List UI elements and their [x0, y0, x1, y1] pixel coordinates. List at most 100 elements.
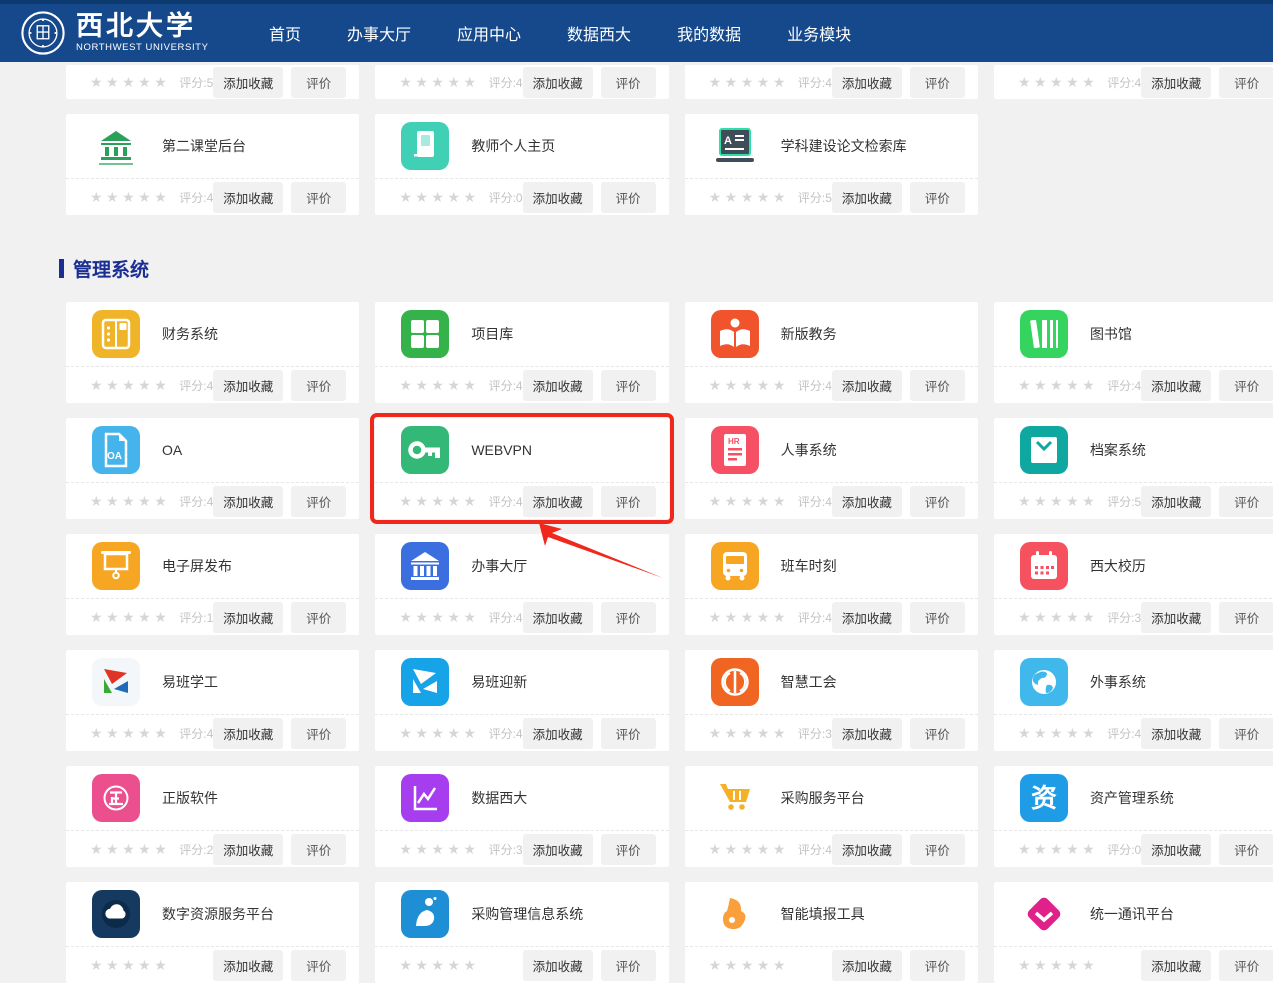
app-card[interactable]: 正版软件 ★★★★★ 评分:2 添加收藏 评价	[66, 766, 359, 867]
app-card[interactable]: 易班迎新 ★★★★★ 评分:4 添加收藏 评价	[375, 650, 668, 751]
add-favorite-button[interactable]: 添加收藏	[523, 182, 593, 213]
app-card[interactable]: 项目库 ★★★★★ 评分:4 添加收藏 评价	[375, 302, 668, 403]
rate-button[interactable]: 评价	[291, 486, 346, 517]
nav-item-3[interactable]: 应用中心	[434, 21, 544, 45]
rate-button[interactable]: 评价	[291, 67, 346, 98]
app-card[interactable]: 图书馆 ★★★★★ 评分:4 添加收藏 评价	[994, 302, 1273, 403]
add-favorite-button[interactable]: 添加收藏	[832, 834, 902, 865]
rate-button[interactable]: 评价	[910, 834, 965, 865]
add-favorite-button[interactable]: 添加收藏	[523, 67, 593, 98]
add-favorite-button[interactable]: 添加收藏	[523, 834, 593, 865]
add-favorite-button[interactable]: 添加收藏	[832, 370, 902, 401]
rate-button[interactable]: 评价	[1219, 370, 1273, 401]
app-card[interactable]: 教师个人主页 ★★★★★ 评分:0 添加收藏 评价	[375, 114, 668, 215]
app-card-partial[interactable]: ★★★★★ 评分:4 添加收藏 评价	[375, 65, 668, 99]
app-card[interactable]: 数字资源服务平台 ★★★★★ 添加收藏 评价	[66, 882, 359, 983]
nav-item-1[interactable]: 首页	[246, 21, 324, 45]
app-card[interactable]: 易班学工 ★★★★★ 评分:4 添加收藏 评价	[66, 650, 359, 751]
app-card-highlighted[interactable]: WEBVPN ★★★★★ 评分:4 添加收藏 评价	[375, 418, 668, 519]
rate-button[interactable]: 评价	[601, 834, 656, 865]
app-card[interactable]: 西大校历 ★★★★★ 评分:3 添加收藏 评价	[994, 534, 1273, 635]
app-card-partial[interactable]: ★★★★★ 评分:5 添加收藏 评价	[66, 65, 359, 99]
app-card-partial[interactable]: ★★★★★ 评分:4 添加收藏 评价	[685, 65, 978, 99]
add-favorite-button[interactable]: 添加收藏	[523, 370, 593, 401]
add-favorite-button[interactable]: 添加收藏	[832, 182, 902, 213]
add-favorite-button[interactable]: 添加收藏	[213, 182, 283, 213]
rate-button[interactable]: 评价	[1219, 950, 1273, 981]
add-favorite-button[interactable]: 添加收藏	[1141, 950, 1211, 981]
nav-item-5[interactable]: 我的数据	[654, 21, 764, 45]
add-favorite-button[interactable]: 添加收藏	[832, 67, 902, 98]
rate-button[interactable]: 评价	[1219, 67, 1273, 98]
rate-button[interactable]: 评价	[291, 950, 346, 981]
add-favorite-button[interactable]: 添加收藏	[213, 370, 283, 401]
add-favorite-button[interactable]: 添加收藏	[213, 67, 283, 98]
rate-button[interactable]: 评价	[601, 67, 656, 98]
add-favorite-button[interactable]: 添加收藏	[523, 602, 593, 633]
app-card[interactable]: 采购管理信息系统 ★★★★★ 添加收藏 评价	[375, 882, 668, 983]
add-favorite-button[interactable]: 添加收藏	[832, 486, 902, 517]
add-favorite-button[interactable]: 添加收藏	[1141, 67, 1211, 98]
app-card[interactable]: 智慧工会 ★★★★★ 评分:3 添加收藏 评价	[685, 650, 978, 751]
add-favorite-button[interactable]: 添加收藏	[523, 718, 593, 749]
app-card[interactable]: 资 资产管理系统 ★★★★★ 评分:0 添加收藏 评价	[994, 766, 1273, 867]
app-card[interactable]: A 学科建设论文检索库 ★★★★★ 评分:5 添加收藏 评价	[685, 114, 978, 215]
app-card[interactable]: OA OA ★★★★★ 评分:4 添加收藏 评价	[66, 418, 359, 519]
rate-button[interactable]: 评价	[601, 718, 656, 749]
add-favorite-button[interactable]: 添加收藏	[1141, 834, 1211, 865]
add-favorite-button[interactable]: 添加收藏	[523, 950, 593, 981]
add-favorite-button[interactable]: 添加收藏	[832, 602, 902, 633]
rate-button[interactable]: 评价	[601, 950, 656, 981]
rate-button[interactable]: 评价	[1219, 486, 1273, 517]
app-card[interactable]: 外事系统 ★★★★★ 评分:4 添加收藏 评价	[994, 650, 1273, 751]
nav-item-2[interactable]: 办事大厅	[324, 21, 434, 45]
app-card[interactable]: 第二课堂后台 ★★★★★ 评分:4 添加收藏 评价	[66, 114, 359, 215]
app-card[interactable]: 财务系统 ★★★★★ 评分:4 添加收藏 评价	[66, 302, 359, 403]
nav-item-4[interactable]: 数据西大	[544, 21, 654, 45]
add-favorite-button[interactable]: 添加收藏	[1141, 602, 1211, 633]
rate-button[interactable]: 评价	[601, 182, 656, 213]
add-favorite-button[interactable]: 添加收藏	[832, 950, 902, 981]
app-card[interactable]: 档案系统 ★★★★★ 评分:5 添加收藏 评价	[994, 418, 1273, 519]
rate-button[interactable]: 评价	[1219, 834, 1273, 865]
rate-button[interactable]: 评价	[910, 486, 965, 517]
rate-button[interactable]: 评价	[291, 370, 346, 401]
app-card[interactable]: 数据西大 ★★★★★ 评分:3 添加收藏 评价	[375, 766, 668, 867]
rate-button[interactable]: 评价	[601, 486, 656, 517]
add-favorite-button[interactable]: 添加收藏	[832, 718, 902, 749]
rate-button[interactable]: 评价	[291, 718, 346, 749]
university-logo[interactable]: 西北大学 NORTHWEST UNIVERSITY	[20, 10, 232, 56]
rate-button[interactable]: 评价	[601, 602, 656, 633]
app-card[interactable]: 统一通讯平台 ★★★★★ 添加收藏 评价	[994, 882, 1273, 983]
add-favorite-button[interactable]: 添加收藏	[213, 718, 283, 749]
app-card[interactable]: 采购服务平台 ★★★★★ 评分:4 添加收藏 评价	[685, 766, 978, 867]
rate-button[interactable]: 评价	[291, 182, 346, 213]
add-favorite-button[interactable]: 添加收藏	[213, 834, 283, 865]
rate-button[interactable]: 评价	[910, 602, 965, 633]
nav-item-6[interactable]: 业务模块	[764, 21, 874, 45]
add-favorite-button[interactable]: 添加收藏	[523, 486, 593, 517]
app-card[interactable]: 电子屏发布 ★★★★★ 评分:1 添加收藏 评价	[66, 534, 359, 635]
add-favorite-button[interactable]: 添加收藏	[213, 950, 283, 981]
add-favorite-button[interactable]: 添加收藏	[213, 602, 283, 633]
rate-button[interactable]: 评价	[1219, 718, 1273, 749]
add-favorite-button[interactable]: 添加收藏	[213, 486, 283, 517]
add-favorite-button[interactable]: 添加收藏	[1141, 486, 1211, 517]
rate-button[interactable]: 评价	[601, 370, 656, 401]
rate-button[interactable]: 评价	[291, 834, 346, 865]
app-card[interactable]: HR 人事系统 ★★★★★ 评分:4 添加收藏 评价	[685, 418, 978, 519]
add-favorite-button[interactable]: 添加收藏	[1141, 370, 1211, 401]
rate-button[interactable]: 评价	[910, 718, 965, 749]
app-card[interactable]: 班车时刻 ★★★★★ 评分:4 添加收藏 评价	[685, 534, 978, 635]
rate-button[interactable]: 评价	[910, 370, 965, 401]
app-card-partial[interactable]: ★★★★★ 评分:4 添加收藏 评价	[994, 65, 1273, 99]
app-card[interactable]: 新版教务 ★★★★★ 评分:4 添加收藏 评价	[685, 302, 978, 403]
rate-button[interactable]: 评价	[291, 602, 346, 633]
app-card[interactable]: 办事大厅 ★★★★★ 评分:4 添加收藏 评价	[375, 534, 668, 635]
rate-button[interactable]: 评价	[1219, 602, 1273, 633]
app-card[interactable]: 智能填报工具 ★★★★★ 添加收藏 评价	[685, 882, 978, 983]
rate-button[interactable]: 评价	[910, 950, 965, 981]
rate-button[interactable]: 评价	[910, 67, 965, 98]
add-favorite-button[interactable]: 添加收藏	[1141, 718, 1211, 749]
rate-button[interactable]: 评价	[910, 182, 965, 213]
